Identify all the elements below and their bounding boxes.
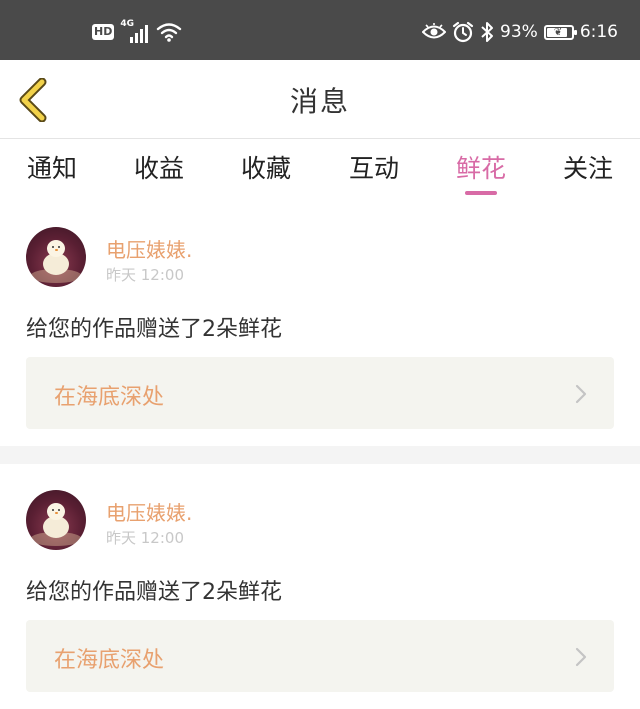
divider: [0, 446, 640, 464]
bluetooth-icon: [481, 22, 494, 42]
tab-label: 收益: [133, 154, 184, 183]
power-saving-leaf-icon: ❦: [553, 26, 563, 38]
tab-interactions[interactable]: 互动: [334, 149, 414, 195]
status-left-icons: HD 4G: [92, 19, 182, 44]
battery-icon: ❦: [543, 24, 577, 40]
chevron-right-icon: [575, 647, 587, 667]
tab-label: 通知: [26, 154, 77, 183]
battery-percent: 93%: [500, 22, 538, 42]
work-link[interactable]: 在海底深处: [26, 620, 614, 692]
status-time: 6:16: [579, 22, 618, 42]
tab-label: 收藏: [240, 154, 291, 183]
avatar[interactable]: [26, 227, 86, 287]
notification-message: 给您的作品赠送了2朵鲜花: [26, 580, 282, 605]
hd-badge: HD: [92, 24, 115, 40]
tab-follows[interactable]: 关注: [548, 149, 628, 195]
tab-label: 鲜花: [455, 154, 506, 183]
tab-label: 关注: [562, 154, 613, 183]
page-title: 消息: [289, 85, 350, 118]
active-tab-indicator: [465, 191, 497, 195]
tab-earnings[interactable]: 收益: [119, 149, 199, 195]
notification-message: 给您的作品赠送了2朵鲜花: [26, 317, 282, 342]
avatar[interactable]: [26, 490, 86, 550]
work-title: 在海底深处: [54, 385, 165, 410]
timestamp: 昨天 12:00: [106, 529, 184, 547]
app-header: 消息: [0, 60, 640, 139]
eye-icon: [422, 23, 447, 39]
username[interactable]: 电压婊婊.: [106, 497, 192, 526]
tab-favorites[interactable]: 收藏: [226, 149, 306, 195]
status-bar: HD 4G 93% ❦ 6:16: [0, 0, 640, 60]
tab-flowers[interactable]: 鲜花: [441, 149, 521, 195]
notification-list: 电压婊婊. 昨天 12:00 给您的作品赠送了2朵鲜花 在海底深处 电压婊婊. …: [0, 201, 640, 709]
cellular-signal-icon: 4G: [120, 19, 150, 43]
username[interactable]: 电压婊婊.: [106, 234, 192, 263]
list-item: 电压婊婊. 昨天 12:00 给您的作品赠送了2朵鲜花 在海底深处: [0, 201, 640, 446]
status-right-icons: 93% ❦ 6:16: [422, 20, 618, 44]
chevron-right-icon: [575, 384, 587, 404]
work-link[interactable]: 在海底深处: [26, 357, 614, 429]
timestamp: 昨天 12:00: [106, 266, 184, 284]
work-title: 在海底深处: [54, 648, 165, 673]
tab-notifications[interactable]: 通知: [12, 149, 92, 195]
message-tabs: 通知 收益 收藏 互动 鲜花 关注: [0, 139, 640, 201]
wifi-icon: [157, 23, 182, 42]
tab-label: 互动: [348, 154, 399, 183]
list-item: 电压婊婊. 昨天 12:00 给您的作品赠送了2朵鲜花 在海底深处: [0, 464, 640, 709]
alarm-icon: [452, 21, 474, 43]
